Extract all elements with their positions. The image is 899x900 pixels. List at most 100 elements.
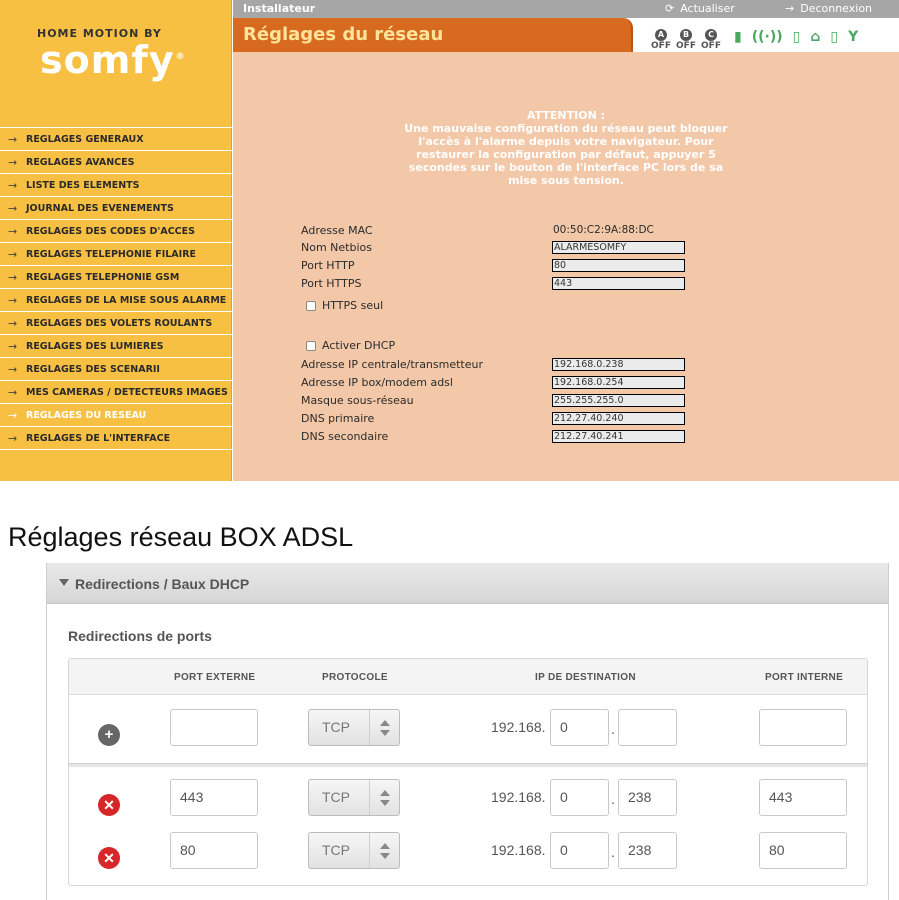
warning-line: l'accès à l'alarme depuis votre navigate… (418, 135, 714, 148)
sidebar-item[interactable]: → REGLAGES DES CODES D'ACCES (0, 219, 232, 242)
ip-octet4-input[interactable]: 238 (618, 779, 677, 816)
checkbox-box (306, 340, 316, 351)
panel-header[interactable]: Redirections / Baux DHCP (47, 563, 888, 604)
sidebar-item[interactable]: → LISTE DES ELEMENTS (0, 173, 232, 196)
network-settings-content: ATTENTION : Une mauvaise configuration d… (233, 52, 899, 481)
sidebar-item[interactable]: → JOURNAL DES EVENEMENTS (0, 196, 232, 219)
top-bar: Installateur ⟳ Actualiser → Deconnexion (233, 0, 899, 18)
warning-line: mise sous tension. (508, 174, 624, 187)
arrow-right-icon: → (8, 385, 18, 399)
caret-down-icon (380, 800, 390, 806)
ip-octet4-input[interactable] (618, 709, 677, 746)
sidebar-item[interactable]: → REGLAGES TELEPHONIE GSM (0, 265, 232, 288)
dns-secondary-input[interactable]: 212.27.40.241 (552, 430, 685, 443)
subnet-mask-input[interactable]: 255.255.255.0 (552, 394, 685, 407)
internal-port-input[interactable]: 80 (759, 832, 847, 869)
external-port-input[interactable] (170, 709, 258, 746)
status-icons: A OFF B OFF C OFF ▮ ((·)) ▯ ⌂ ▯ Y (649, 22, 858, 52)
external-port-input[interactable]: 80 (170, 832, 258, 869)
dns-secondary-label: DNS secondaire (301, 430, 389, 443)
internal-port-input[interactable]: 443 (759, 779, 847, 816)
refresh-label: Actualiser (680, 2, 735, 15)
caret-up-icon (380, 720, 390, 726)
sidebar-item-label: REGLAGES TELEPHONIE FILAIRE (26, 248, 196, 260)
sidebar-item-label: REGLAGES DES SCENARII (26, 363, 160, 375)
ip-prefix: 192.168. (491, 719, 546, 735)
warning-line: secondes sur le bouton de l'interface PC… (408, 161, 724, 174)
sidebar-item[interactable]: → REGLAGES DE LA MISE SOUS ALARME (0, 288, 232, 311)
arrow-right-icon: → (8, 178, 18, 192)
sidebar-item-label: REGLAGES DES CODES D'ACCES (26, 225, 195, 237)
ip-box-input[interactable]: 192.168.0.254 (552, 376, 685, 389)
caret-down-icon (380, 853, 390, 859)
sidebar-item[interactable]: → REGLAGES GENERAUX (0, 127, 232, 150)
caret-down-icon (380, 730, 390, 736)
https-port-input[interactable]: 443 (552, 277, 685, 290)
sidebar-item[interactable]: → REGLAGES DES VOLETS ROULANTS (0, 311, 232, 334)
protocol-select[interactable]: TCP (308, 779, 400, 816)
sidebar-item[interactable]: → REGLAGES AVANCES (0, 150, 232, 173)
protocol-select[interactable]: TCP (308, 709, 400, 746)
sidebar-item[interactable]: → REGLAGES TELEPHONIE FILAIRE (0, 242, 232, 265)
sidebar-item-label: REGLAGES TELEPHONIE GSM (26, 271, 180, 283)
somfy-interface: HOME MOTION BY somfy® → REGLAGES GENERAUX… (0, 0, 899, 481)
sidebar-item[interactable]: → MES CAMERAS / DETECTEURS IMAGES (0, 380, 232, 403)
netbios-input[interactable]: ALARMESOMFY (552, 241, 685, 254)
protocol-select[interactable]: TCP (308, 832, 400, 869)
netbios-label: Nom Netbios (301, 241, 372, 254)
ip-dot: . (611, 721, 615, 737)
user-role: Installateur (243, 2, 316, 15)
protocol-value: TCP (322, 789, 350, 805)
refresh-icon: ⟳ (665, 2, 675, 15)
ip-octet4-input[interactable]: 238 (618, 832, 677, 869)
protocol-value: TCP (322, 719, 350, 735)
sidebar-item[interactable]: → REGLAGES DE L'INTERFACE (0, 426, 232, 449)
arrow-right-icon: → (785, 2, 795, 15)
sidebar-item[interactable]: → REGLAGES DES SCENARII (0, 357, 232, 380)
ip-octet3-input[interactable]: 0 (550, 832, 609, 869)
arrow-right-icon: → (8, 201, 18, 215)
sidebar-item[interactable]: → REGLAGES DU RESEAU (0, 403, 232, 426)
ip-octet3-input[interactable]: 0 (550, 709, 609, 746)
panel-title: Redirections / Baux DHCP (75, 576, 250, 592)
ip-central-input[interactable]: 192.168.0.238 (552, 358, 685, 371)
http-port-input[interactable]: 80 (552, 259, 685, 272)
battery-icon: ▮ (734, 28, 742, 45)
radio-signal-icon: ((·)) (751, 28, 783, 45)
logout-label: Deconnexion (800, 2, 873, 15)
select-spinner (369, 780, 399, 815)
refresh-link[interactable]: ⟳ Actualiser (665, 2, 735, 15)
protocol-value: TCP (322, 842, 350, 858)
sidebar-item-label: REGLAGES DU RESEAU (26, 409, 147, 421)
checkbox-box (306, 300, 316, 311)
mac-value: 00:50:C2:9A:88:DC (553, 224, 654, 236)
delete-icon[interactable]: ✕ (98, 794, 120, 816)
add-icon[interactable]: + (98, 724, 120, 746)
https-only-checkbox[interactable]: HTTPS seul (306, 299, 383, 312)
logo-brand-text: somfy (40, 38, 175, 82)
logo-brand: somfy® (40, 38, 185, 82)
warning-title: ATTENTION : (526, 109, 606, 122)
http-port-label: Port HTTP (301, 259, 355, 272)
sidebar-item-label: REGLAGES DE L'INTERFACE (26, 432, 171, 444)
delete-icon[interactable]: ✕ (98, 847, 120, 869)
caret-up-icon (380, 790, 390, 796)
logout-link[interactable]: → Deconnexion (785, 2, 872, 15)
arrow-right-icon: → (8, 270, 18, 284)
dhcp-checkbox[interactable]: Activer DHCP (306, 339, 395, 352)
sidebar-item[interactable]: → REGLAGES DES LUMIERES (0, 334, 232, 357)
external-port-input[interactable]: 443 (170, 779, 258, 816)
menu-divider (0, 449, 232, 450)
arrow-right-icon: → (8, 408, 18, 422)
sidebar-item-label: MES CAMERAS / DETECTEURS IMAGES (26, 386, 228, 398)
ip-octet3-input[interactable]: 0 (550, 779, 609, 816)
ip-prefix: 192.168. (491, 842, 546, 858)
internal-port-input[interactable] (759, 709, 847, 746)
arrow-right-icon: → (8, 224, 18, 238)
arrow-right-icon: → (8, 431, 18, 445)
ip-box-label: Adresse IP box/modem adsl (301, 376, 453, 389)
sidebar-item-label: REGLAGES DES LUMIERES (26, 340, 164, 352)
col-external-port: PORT EXTERNE (174, 672, 256, 683)
dns-primary-label: DNS primaire (301, 412, 375, 425)
dns-primary-input[interactable]: 212.27.40.240 (552, 412, 685, 425)
